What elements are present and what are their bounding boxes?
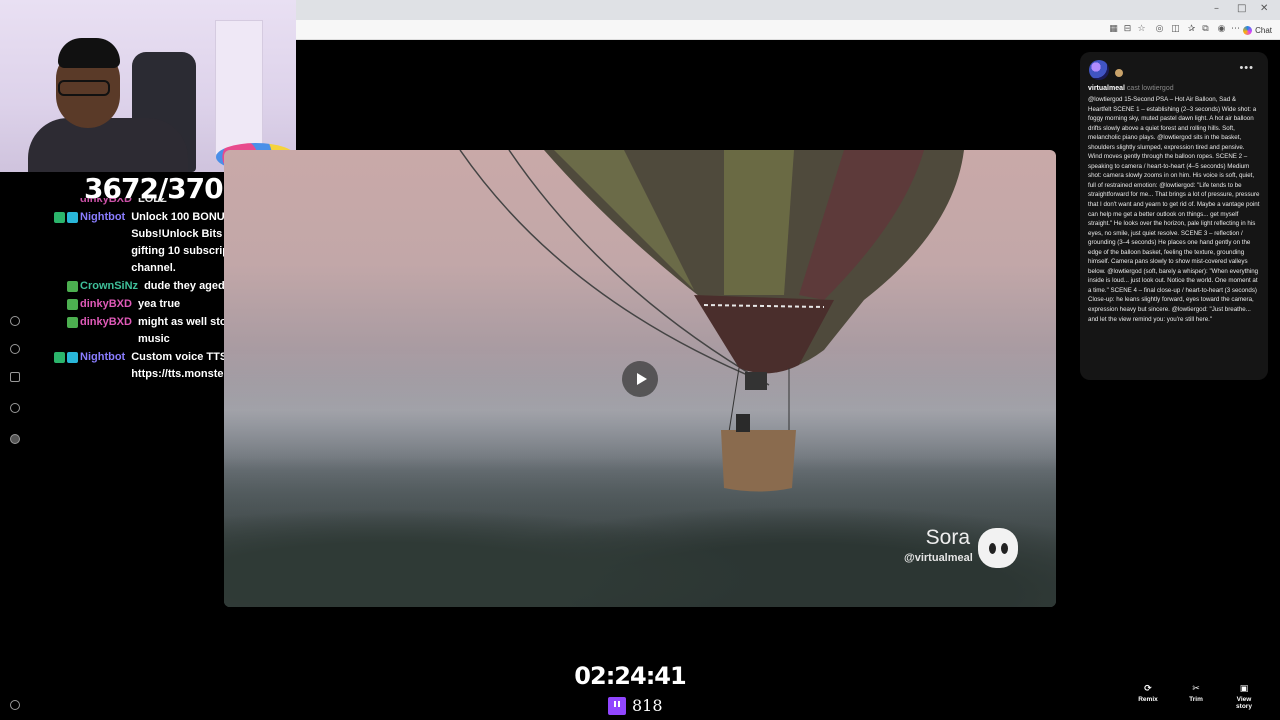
chat-badges <box>52 209 80 223</box>
bell-icon[interactable] <box>10 403 20 413</box>
minimize-button[interactable]: – <box>1214 3 1219 14</box>
star-icon[interactable]: ☆ <box>1136 24 1147 35</box>
maximize-button[interactable]: □ <box>1237 3 1246 14</box>
close-window-button[interactable]: ✕ <box>1260 3 1268 14</box>
favorites-icon[interactable]: ✰ <box>1186 24 1197 35</box>
author-username[interactable]: virtualmeal <box>1088 85 1125 92</box>
avatar-icon[interactable] <box>10 434 20 444</box>
watermark-title: Sora <box>925 526 970 549</box>
webcam-feed <box>0 0 296 172</box>
split-icon[interactable]: ◫ <box>1170 24 1181 35</box>
watermark-handle: @virtualmeal <box>904 552 973 564</box>
chat-username[interactable]: dinkyBXD <box>80 198 132 208</box>
twitch-icon <box>608 696 626 715</box>
chat-badges <box>52 278 80 292</box>
chat-badge-icon <box>54 352 65 363</box>
translate-icon[interactable]: ⊟ <box>1122 24 1133 35</box>
chat-badge-icon <box>67 299 78 310</box>
play-icon <box>636 373 647 385</box>
extensions-icon[interactable]: ◎ <box>1154 24 1165 35</box>
webcam-streamer-hair <box>58 38 120 68</box>
post-details-panel: ••• virtualmeal cast lowtiergod @lowtier… <box>1080 52 1268 380</box>
chat-username[interactable]: Nightbot <box>80 349 125 366</box>
chat-username[interactable]: dinkyBXD <box>80 314 132 331</box>
chat-badge-icon <box>54 212 65 223</box>
author-avatar[interactable] <box>1089 60 1109 80</box>
scissors-icon: ✂ <box>1192 684 1200 694</box>
webcam-streamer-body <box>28 118 188 172</box>
chat-username[interactable]: Nightbot <box>80 209 125 226</box>
browser-titlebar: – □ ✕ <box>296 0 1280 20</box>
chat-label: Chat <box>1255 25 1272 35</box>
post-prompt-text: @lowtiergod 15-Second PSA – Hot Air Ball… <box>1088 96 1260 323</box>
profile-icon[interactable]: ◉ <box>1216 24 1227 35</box>
chat-badges <box>52 314 80 328</box>
sora-watermark: Sora @virtualmeal <box>904 526 973 564</box>
verified-badge-icon <box>1115 69 1123 77</box>
viewer-count-value: 818 <box>632 696 663 715</box>
chat-badges <box>52 198 80 201</box>
stream-timer: 02:24:41 <box>574 662 686 690</box>
chat-username[interactable]: CrownSiNz <box>80 278 138 295</box>
chat-username[interactable]: dinkyBXD <box>80 296 132 313</box>
logo-eye <box>1000 542 1008 554</box>
cast-label[interactable]: cast lowtiergod <box>1127 85 1174 92</box>
chat-badges <box>52 296 80 310</box>
chat-badge-icon <box>67 281 78 292</box>
copilot-icon <box>1243 25 1253 35</box>
settings-icon[interactable] <box>10 700 20 710</box>
chat-badge-icon <box>67 212 78 223</box>
remix-label: Remix <box>1138 696 1158 703</box>
viewer-count: 818 <box>608 696 663 715</box>
post-author: virtualmeal cast lowtiergod <box>1088 85 1174 92</box>
trophy-icon[interactable] <box>10 372 20 382</box>
remix-button[interactable]: ⟳ Remix <box>1137 684 1159 703</box>
logo-eye <box>988 542 996 554</box>
home-icon[interactable] <box>10 316 20 326</box>
remix-icon: ⟳ <box>1144 684 1152 694</box>
chat-badge-icon <box>67 352 78 363</box>
story-icon: ▣ <box>1239 684 1249 694</box>
webcam-streamer-glasses <box>58 80 110 96</box>
sora-logo-icon <box>978 528 1018 568</box>
copilot-chat-button[interactable]: Chat <box>1239 23 1276 37</box>
view-story-button[interactable]: ▣ View story <box>1228 684 1260 710</box>
trim-label: Trim <box>1189 696 1203 703</box>
more-options-button[interactable]: ••• <box>1239 62 1254 74</box>
grid-icon[interactable]: ▦ <box>1108 24 1119 35</box>
chat-badges <box>52 349 80 363</box>
trim-button[interactable]: ✂ Trim <box>1186 684 1206 703</box>
webcam-door <box>215 20 263 155</box>
video-player[interactable]: Sora @virtualmeal <box>224 150 1056 607</box>
view-story-label: View story <box>1236 696 1252 710</box>
screen: – □ ✕ ▦ ⊟ ☆ ◎ ◫ ✰ ⧉ ◉ ⋯ Chat 3672/3700 d… <box>0 0 1280 720</box>
collections-icon[interactable]: ⧉ <box>1200 24 1211 35</box>
browser-toolbar: ▦ ⊟ ☆ ◎ ◫ ✰ ⧉ ◉ ⋯ Chat <box>296 20 1280 40</box>
search-icon[interactable] <box>10 344 20 354</box>
play-button[interactable] <box>622 361 658 397</box>
chat-badge-icon <box>67 317 78 328</box>
